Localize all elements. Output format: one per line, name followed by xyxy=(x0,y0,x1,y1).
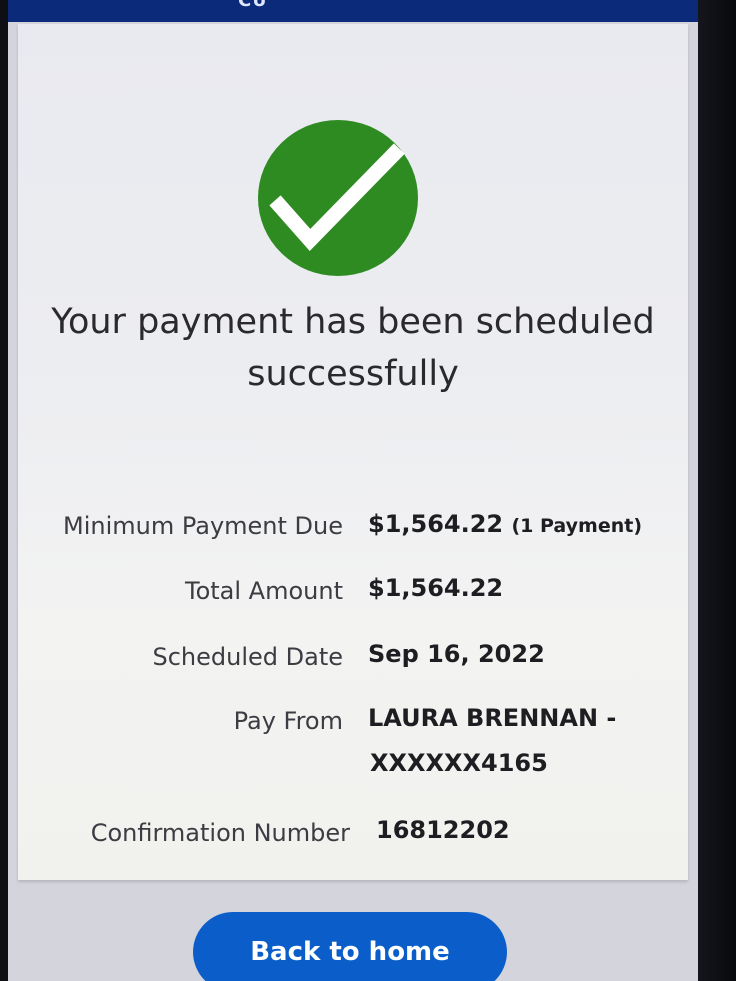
confirmation-card: Your payment has been scheduled successf… xyxy=(18,24,688,880)
back-to-home-button[interactable]: Back to home xyxy=(193,912,507,981)
detail-row-total-amount: Total Amount $1,564.22 xyxy=(18,574,688,614)
detail-row-pay-from: Pay From LAURA BRENNAN - XXXXXX4165 xyxy=(18,704,688,777)
phone-screen: Co Your payment has been scheduled succe… xyxy=(8,0,698,981)
device-bezel-left xyxy=(0,0,8,981)
minimum-payment-note: (1 Payment) xyxy=(511,515,643,537)
minimum-payment-value: $1,564.22 (1 Payment) xyxy=(368,510,642,538)
confirmation-number-value: 16812202 xyxy=(376,816,510,844)
success-message: Your payment has been scheduled successf… xyxy=(38,296,668,400)
header-bar: Co xyxy=(8,0,698,22)
success-message-line2: successfully xyxy=(247,354,459,394)
minimum-payment-label: Minimum Payment Due xyxy=(62,512,343,540)
detail-row-confirmation: Confirmation Number 16812202 xyxy=(18,816,688,856)
pay-from-label: Pay From xyxy=(233,707,343,735)
detail-row-minimum-payment: Minimum Payment Due $1,564.22 (1 Payment… xyxy=(18,508,688,548)
success-badge xyxy=(258,120,418,276)
detail-row-scheduled-date: Scheduled Date Sep 16, 2022 xyxy=(18,640,688,680)
success-message-line1: Your payment has been scheduled xyxy=(51,302,655,342)
minimum-payment-amount: $1,564.22 xyxy=(368,510,504,538)
pay-from-account-name: LAURA BRENNAN - xyxy=(368,704,617,732)
scheduled-date-value: Sep 16, 2022 xyxy=(368,640,545,668)
total-amount-value: $1,564.22 xyxy=(368,574,504,602)
header-title: Co xyxy=(238,0,268,11)
confirmation-number-label: Confirmation Number xyxy=(90,819,350,847)
checkmark-icon xyxy=(269,143,405,252)
device-bezel-right xyxy=(698,0,736,981)
total-amount-label: Total Amount xyxy=(185,577,343,605)
scheduled-date-label: Scheduled Date xyxy=(152,643,343,671)
pay-from-account-number: XXXXXX4165 xyxy=(370,749,548,777)
